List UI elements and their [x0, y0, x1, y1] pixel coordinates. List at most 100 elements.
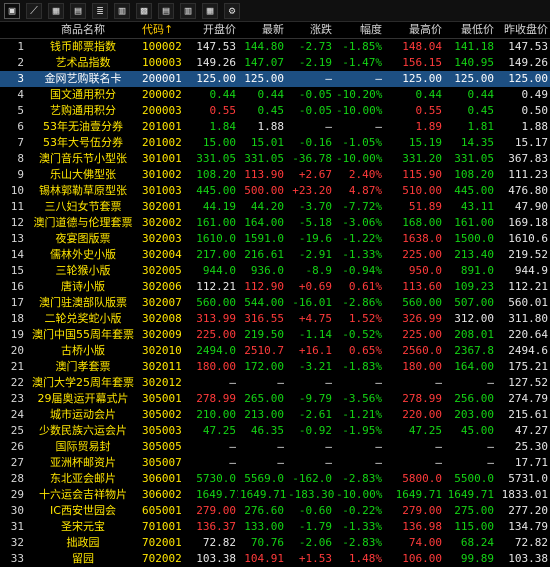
cell-low: 99.89 [460, 552, 494, 565]
table-row[interactable]: 21 澳门孝套票 302011 180.00 172.00 -3.21 -1.83% 180.… [0, 359, 550, 375]
table-row[interactable]: 22 澳门大学25周年套票 302012 — — — — — — 127.52 [0, 375, 550, 391]
cell-open: 279.00 [196, 504, 236, 517]
row-index: 19 [10, 328, 24, 341]
header-open[interactable]: 开盘价 [194, 22, 238, 38]
settings-icon[interactable]: ⚙ [224, 2, 240, 19]
table-row[interactable]: 28 东北亚会邮片 306001 5730.0 5569.0 -162.0 -2.83% 58… [0, 471, 550, 487]
table-row[interactable]: 29 十六运会吉祥物片 306002 1649.71 1649.71 -183.30 -10… [0, 487, 550, 503]
table-row[interactable]: 25 少数民族六运会片 305003 47.25 46.35 -0.92 -1.95% 47.… [0, 423, 550, 439]
cell-change: +1.53 [298, 552, 332, 565]
table-row[interactable]: 4 国文通用积分 200002 0.44 0.44 -0.05 -10.20% 0.44 0.4… [0, 87, 550, 103]
header-code[interactable]: 代码↑ [136, 22, 194, 38]
table-row[interactable]: 33 留园 702002 103.38 104.91 +1.53 1.48% 106.00 99… [0, 551, 550, 567]
table-row[interactable]: 8 澳门音乐节小型张 301001 331.05 331.05 -36.78 -10.00%… [0, 151, 550, 167]
cell-high: 136.98 [402, 520, 442, 533]
table-row[interactable]: 6 53年无油壹分券 201001 1.84 1.88 — — 1.89 1.81 1.88 [0, 119, 550, 135]
cell-latest: 219.50 [244, 328, 284, 341]
cell-high: 15.19 [408, 136, 442, 149]
table-row[interactable]: 1 钱币邮票指数 100002 147.53 144.80 -2.73 -1.85% 148.… [0, 39, 550, 55]
cell-latest: 133.00 [244, 520, 284, 533]
columns-icon[interactable]: ▥ [180, 2, 196, 19]
table-row[interactable]: 11 三八妇女节套票 302001 44.19 44.20 -3.70 -7.72% 51.8… [0, 199, 550, 215]
calendar-icon[interactable]: ▤ [70, 2, 86, 19]
cell-change: -162.0 [292, 472, 332, 485]
cell-pct: -10.00% [336, 152, 383, 165]
grid-view-icon[interactable]: ▦ [48, 2, 64, 19]
table-row[interactable]: 19 澳门中国55周年套票 302009 225.00 219.50 -1.14 -0.52… [0, 327, 550, 343]
table-row[interactable]: 24 城市运动会片 305002 210.00 213.00 -2.61 -1.21% 220… [0, 407, 550, 423]
header-change[interactable]: 涨跌 [286, 22, 334, 38]
cell-high: 510.00 [402, 184, 442, 197]
cell-pct: — [375, 440, 382, 453]
header-low[interactable]: 最低价 [444, 22, 496, 38]
table-row[interactable]: 20 古桥小版 302010 2494.0 2510.7 +16.1 0.65% 2560.0… [0, 343, 550, 359]
item-name: 亚洲杯邮资片 [50, 456, 116, 469]
item-name: 国文通用积分 [50, 88, 116, 101]
header-pct[interactable]: 幅度 [334, 22, 384, 38]
table-row[interactable]: 3 金网艺购联名卡 200001 125.00 125.00 — — 125.00 125.00… [0, 71, 550, 87]
cell-high: 1638.0 [402, 232, 442, 245]
table-row[interactable]: 9 乐山大佛型张 301002 108.20 113.90 +2.67 2.40% 115.9… [0, 167, 550, 183]
table-row[interactable]: 30 IC西安世园会 605001 279.00 276.60 -0.60 -0.22% 27… [0, 503, 550, 519]
header-name[interactable]: 商品名称 [30, 22, 136, 38]
table-row[interactable]: 17 澳门驻澳部队版票 302007 560.00 544.00 -16.01 -2.86%… [0, 295, 550, 311]
cell-pct: 0.61% [348, 280, 382, 293]
table-icon[interactable]: ▥ [114, 2, 130, 19]
mode-toggle-icon[interactable]: ▣ [4, 2, 20, 19]
table-row[interactable]: 14 儒林外史小版 302004 217.00 216.61 -2.91 -1.33% 225… [0, 247, 550, 263]
table-row[interactable]: 27 亚洲杯邮资片 305007 — — — — — — 17.71 [0, 455, 550, 471]
header-high[interactable]: 最高价 [384, 22, 444, 38]
cell-open: 108.20 [196, 168, 236, 181]
cell-low: 331.05 [454, 152, 494, 165]
cell-low: 45.00 [460, 424, 494, 437]
table-row[interactable]: 31 圣宋元宝 701001 136.37 133.00 -1.79 -1.33% 136.9… [0, 519, 550, 535]
table-row[interactable]: 7 53年大号伍分券 201002 15.00 15.01 -0.16 -1.05% 15.1… [0, 135, 550, 151]
cell-open: 0.55 [209, 104, 237, 117]
cell-high: 278.99 [402, 392, 442, 405]
cell-open: 0.44 [209, 88, 237, 101]
item-code: 302008 [142, 312, 182, 325]
cell-high: 279.00 [402, 504, 442, 517]
header-prev-close[interactable]: 昨收盘价 [496, 22, 550, 38]
table-row[interactable]: 15 三轮猴小版 302005 944.0 936.0 -8.9 -0.94% 950.0 89… [0, 263, 550, 279]
cell-pct: -1.33% [342, 248, 382, 261]
cell-prev-close: 17.71 [514, 456, 548, 469]
table-row[interactable]: 13 夜宴图版票 302003 1610.0 1591.0 -19.6 -1.22% 1638… [0, 231, 550, 247]
item-code: 302003 [142, 232, 182, 245]
cell-change: -5.18 [298, 216, 332, 229]
cell-pct: -2.83% [342, 472, 382, 485]
cell-low: 203.00 [454, 408, 494, 421]
panel-icon[interactable]: ▤ [158, 2, 174, 19]
cell-pct: 1.52% [348, 312, 382, 325]
item-name: 夜宴图版票 [55, 232, 111, 245]
cell-low: 140.95 [454, 56, 494, 69]
table-row[interactable]: 10 锡林郭勒草原型张 301003 445.00 500.00 +23.20 4.87% 5… [0, 183, 550, 199]
cell-prev-close: 215.61 [508, 408, 548, 421]
trend-chart-icon[interactable]: ⟋ [26, 2, 42, 19]
header-latest[interactable]: 最新 [238, 22, 286, 38]
table-row[interactable]: 16 唐诗小版 302006 112.21 112.90 +0.69 0.61% 113.60… [0, 279, 550, 295]
item-name: 金网艺购联名卡 [44, 72, 122, 85]
row-index: 9 [17, 168, 24, 181]
cell-low: 312.00 [454, 312, 494, 325]
table-row[interactable]: 12 澳门道德与伦理套票 302002 161.00 164.00 -5.18 -3.06%… [0, 215, 550, 231]
layout-icon[interactable]: ▩ [136, 2, 152, 19]
item-code: 302001 [142, 200, 182, 213]
cell-low: 14.35 [460, 136, 494, 149]
cell-prev-close: 0.49 [521, 88, 549, 101]
row-index: 14 [10, 248, 24, 261]
cell-low: 164.00 [454, 360, 494, 373]
cell-latest: 46.35 [250, 424, 284, 437]
table-row[interactable]: 26 国际贸易封 305005 — — — — — — 25.30 [0, 439, 550, 455]
cell-latest: 216.61 [244, 248, 284, 261]
table-row[interactable]: 32 拙政园 702001 72.82 70.76 -2.06 -2.83% 74.00 68.… [0, 535, 550, 551]
table-row[interactable]: 5 艺购通用积分 200003 0.55 0.45 -0.05 -10.00% 0.55 0.4… [0, 103, 550, 119]
row-index: 18 [10, 312, 24, 325]
table-row[interactable]: 18 二轮兑奖蛇小版 302008 313.99 316.55 +4.75 1.52% 326… [0, 311, 550, 327]
item-name: 国际贸易封 [55, 440, 111, 453]
list-icon[interactable]: ≣ [92, 2, 108, 19]
toggle-icon[interactable]: ▦ [202, 2, 218, 19]
item-code: 702001 [142, 536, 182, 549]
table-row[interactable]: 2 艺术品指数 100003 149.26 147.07 -2.19 -1.47% 156.1… [0, 55, 550, 71]
table-row[interactable]: 23 29届奥运开幕式片 305001 278.99 265.00 -9.79 -3.56%… [0, 391, 550, 407]
